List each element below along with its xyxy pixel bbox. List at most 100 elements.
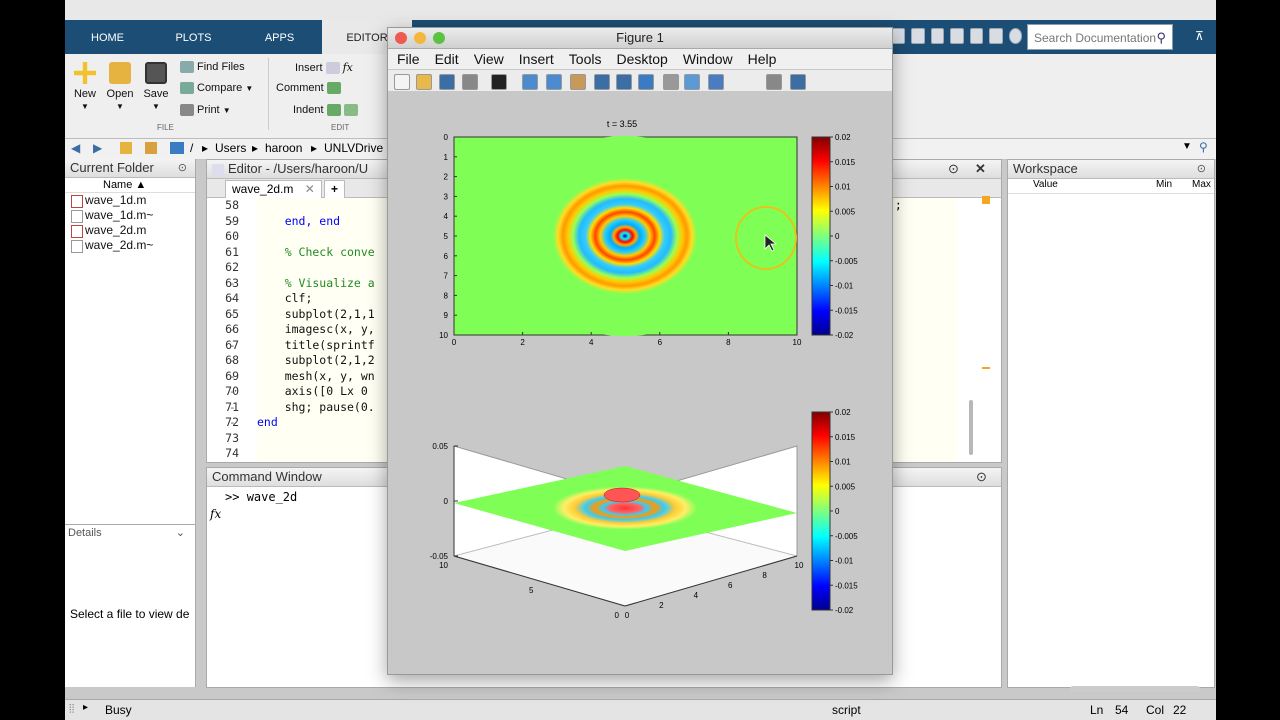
menu-view[interactable]: View: [474, 51, 504, 67]
workspace-scrollbar[interactable]: [1070, 686, 1200, 692]
compare-button[interactable]: Compare ▼: [180, 82, 253, 95]
details-header[interactable]: Details ⌄: [65, 525, 195, 541]
list-item[interactable]: wave_2d.m: [65, 223, 195, 238]
heatmap-colorbar[interactable]: [811, 136, 831, 336]
list-item[interactable]: wave_1d.m~: [65, 208, 195, 223]
menu-window[interactable]: Window: [683, 51, 733, 67]
breakpoint-marker[interactable]: -: [229, 415, 241, 431]
breakpoint-marker[interactable]: -: [229, 369, 241, 385]
tab-home[interactable]: HOME: [65, 20, 150, 54]
breakpoint-marker[interactable]: -: [229, 400, 241, 416]
mesh-plot[interactable]: [452, 445, 799, 607]
breakpoint-marker[interactable]: -: [229, 322, 241, 338]
breakpoint-marker[interactable]: -: [229, 291, 241, 307]
forward-arrow-icon[interactable]: ▶: [93, 141, 102, 155]
cut-icon[interactable]: [892, 28, 906, 44]
collapse-ribbon-icon[interactable]: ⊼: [1195, 29, 1204, 43]
link-icon[interactable]: [663, 74, 679, 90]
dock-icon[interactable]: [790, 74, 806, 90]
column-max[interactable]: Max: [1192, 179, 1211, 190]
menu-help[interactable]: Help: [748, 51, 777, 67]
help-icon[interactable]: [1008, 28, 1022, 44]
mesh-colorbar[interactable]: [811, 411, 831, 611]
breakpoint-marker[interactable]: -: [229, 214, 241, 230]
menu-edit[interactable]: Edit: [435, 51, 459, 67]
column-value[interactable]: Value: [1033, 179, 1058, 190]
breakpoint-marker[interactable]: [229, 260, 241, 276]
pan-icon[interactable]: [570, 74, 586, 90]
minimize-window-icon[interactable]: [414, 32, 426, 44]
menu-file[interactable]: File: [397, 51, 420, 67]
data-cursor-icon[interactable]: [616, 74, 632, 90]
save-icon[interactable]: [439, 74, 455, 90]
close-tab-icon[interactable]: ✕: [305, 182, 315, 196]
open-icon[interactable]: [416, 74, 432, 90]
tab-plots[interactable]: PLOTS: [151, 20, 236, 54]
indent-button[interactable]: Indent: [293, 104, 361, 117]
new-dropdown-icon[interactable]: ▼: [81, 102, 89, 111]
menu-tools[interactable]: Tools: [569, 51, 602, 67]
breakpoint-gutter[interactable]: -----------: [229, 198, 241, 462]
breakpoint-marker[interactable]: -: [229, 338, 241, 354]
search-icon[interactable]: ⚲: [1156, 25, 1166, 51]
path-dropdown-icon[interactable]: ▼: [1182, 141, 1192, 152]
breakpoint-marker[interactable]: [229, 431, 241, 447]
close-icon[interactable]: ✕: [975, 160, 986, 178]
list-item[interactable]: wave_2d.m~: [65, 238, 195, 253]
zoom-in-icon[interactable]: [522, 74, 538, 90]
new-tab-button[interactable]: +: [324, 180, 346, 198]
redo-icon[interactable]: [969, 28, 984, 44]
path-segment-haroon[interactable]: haroon: [265, 141, 302, 155]
breakpoint-marker[interactable]: -: [229, 307, 241, 323]
path-segment-unlvdrive[interactable]: UNLVDrive: [324, 141, 383, 155]
open-dropdown-icon[interactable]: ▼: [116, 102, 124, 111]
undo-icon[interactable]: [950, 28, 964, 44]
status-dropdown-icon[interactable]: ▸: [83, 702, 88, 713]
column-min[interactable]: Min: [1156, 179, 1172, 190]
heatmap-plot[interactable]: [453, 136, 798, 336]
function-browser-icon[interactable]: fx: [210, 507, 221, 521]
breakpoint-marker[interactable]: -: [229, 353, 241, 369]
search-folder-icon[interactable]: ⚲: [1199, 140, 1208, 154]
panel-menu-icon[interactable]: ⊙: [976, 468, 987, 486]
breakpoint-marker[interactable]: -: [229, 276, 241, 292]
comment-button[interactable]: Comment: [276, 82, 344, 95]
save-dropdown-icon[interactable]: ▼: [152, 102, 160, 111]
list-item[interactable]: wave_1d.m: [65, 193, 195, 208]
panel-menu-icon[interactable]: ⊙: [1197, 160, 1206, 178]
print-icon[interactable]: [462, 74, 478, 90]
print-dropdown-icon[interactable]: ▼: [223, 106, 231, 115]
figure-title-bar[interactable]: Figure 1: [388, 28, 892, 49]
panel-menu-icon[interactable]: ⊙: [948, 160, 959, 178]
path-segment-users[interactable]: Users: [215, 141, 246, 155]
menu-insert[interactable]: Insert: [519, 51, 554, 67]
breakpoint-marker[interactable]: [229, 229, 241, 245]
browse-folder-icon[interactable]: [145, 142, 157, 154]
switch-windows-icon[interactable]: [989, 28, 1003, 44]
panel-menu-icon[interactable]: ⊙: [178, 159, 187, 177]
name-column-header[interactable]: Name ▲: [65, 178, 195, 193]
menu-desktop[interactable]: Desktop: [616, 51, 667, 67]
code-analyzer-indicator[interactable]: [982, 196, 990, 204]
path-segment-root[interactable]: /: [190, 141, 193, 155]
tab-apps[interactable]: APPS: [237, 20, 322, 54]
new-button[interactable]: New ▼: [65, 60, 105, 112]
breakpoint-marker[interactable]: [229, 198, 241, 214]
open-button[interactable]: Open ▼: [100, 60, 140, 112]
save-button[interactable]: Save ▼: [136, 60, 176, 112]
close-window-icon[interactable]: [395, 32, 407, 44]
breakpoint-marker[interactable]: -: [229, 384, 241, 400]
zoom-window-icon[interactable]: [433, 32, 445, 44]
up-folder-icon[interactable]: [120, 142, 132, 154]
print-button[interactable]: Print ▼: [180, 104, 231, 117]
colorbar-icon[interactable]: [684, 74, 700, 90]
zoom-out-icon[interactable]: [546, 74, 562, 90]
breakpoint-marker[interactable]: [229, 446, 241, 462]
breakpoint-marker[interactable]: [229, 245, 241, 261]
pointer-icon[interactable]: [491, 74, 507, 90]
copy-icon[interactable]: [911, 28, 925, 44]
editor-scrollbar[interactable]: [969, 400, 973, 455]
tab-wave-2d[interactable]: wave_2d.m ✕: [225, 180, 322, 198]
chevron-down-icon[interactable]: ⌄: [176, 525, 185, 541]
paste-icon[interactable]: [930, 28, 945, 44]
